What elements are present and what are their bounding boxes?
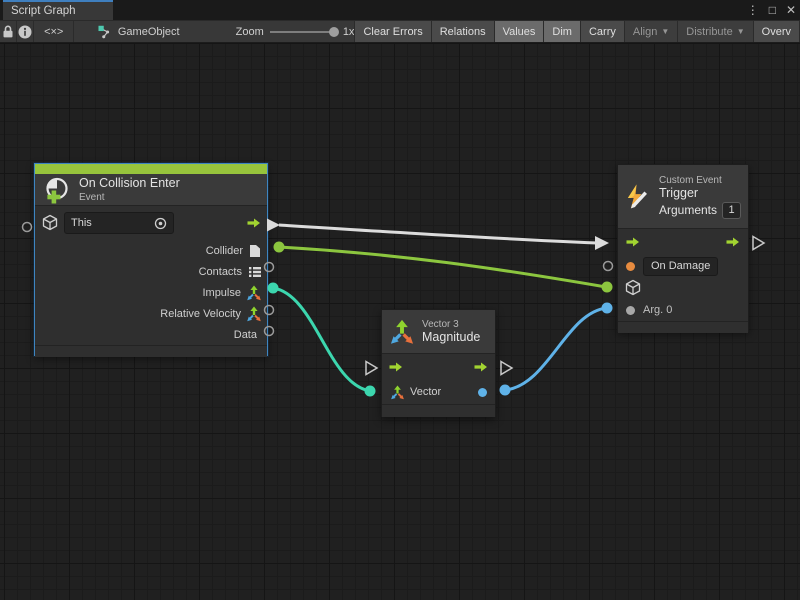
cube-icon (41, 214, 59, 232)
flow-wire-start-arrow[interactable] (267, 219, 280, 232)
node-footer (382, 404, 495, 417)
node-header[interactable]: On Collision Enter Event (35, 174, 267, 206)
node-vector3-magnitude[interactable]: Vector 3 Magnitude (381, 309, 496, 417)
flow-in-arrow-icon[interactable] (389, 362, 403, 372)
arguments-label: Arguments (659, 203, 717, 217)
custom-event-flow-out-port[interactable] (753, 237, 764, 250)
flow-out-arrow-icon[interactable] (247, 218, 261, 228)
node-title: Magnitude (422, 330, 480, 344)
vector3-icon (389, 319, 415, 345)
node-subtitle: Vector 3 (422, 319, 480, 330)
node-title: Trigger (659, 186, 741, 200)
wire-flow-white (279, 225, 597, 243)
target-input-port[interactable] (602, 282, 613, 293)
port-label: Impulse (202, 287, 241, 299)
node-on-collision-enter[interactable]: On Collision Enter Event This (34, 163, 268, 356)
collider-doc-icon (249, 244, 261, 258)
magnitude-output-port[interactable] (500, 385, 511, 396)
port-label: Arg. 0 (643, 304, 672, 316)
port-label: Relative Velocity (160, 308, 241, 320)
this-target-field[interactable]: This (64, 212, 174, 234)
this-row: This (35, 206, 267, 240)
collision-event-icon (43, 176, 71, 204)
this-input-port[interactable] (23, 223, 32, 232)
collider-output-port[interactable] (274, 242, 285, 253)
port-label: Collider (206, 245, 243, 257)
port-row-target[interactable] (618, 277, 748, 299)
impulse-output-port[interactable] (268, 283, 279, 294)
string-input-port[interactable] (626, 262, 635, 271)
port-label: Contacts (199, 266, 242, 278)
flow-out-arrow-icon[interactable] (474, 362, 488, 372)
wire-collider-green (279, 247, 606, 287)
float-output-port[interactable] (478, 388, 487, 397)
port-row-arg0[interactable]: Arg. 0 (618, 299, 748, 321)
custom-event-icon (625, 183, 652, 211)
flow-row (382, 354, 495, 380)
node-footer (618, 321, 748, 333)
flow-wire-end-arrow[interactable] (595, 236, 609, 250)
arguments-value: 1 (728, 204, 734, 216)
event-accent-bar (35, 164, 267, 174)
contacts-list-icon (248, 266, 262, 278)
port-row-contacts[interactable]: Contacts (35, 261, 267, 282)
wire-impulse-teal (273, 288, 370, 391)
node-footer (35, 345, 267, 357)
arg0-wire-port[interactable] (602, 303, 613, 314)
vector3-icon (246, 306, 262, 322)
this-value: This (71, 217, 92, 229)
node-subtitle: Custom Event (659, 175, 741, 186)
port-row-data[interactable]: Data (35, 324, 267, 345)
arg0-input-port[interactable] (626, 306, 635, 315)
port-row-vector[interactable]: Vector (382, 380, 495, 404)
node-header[interactable]: Custom Event Trigger Arguments 1 (618, 165, 748, 229)
vector3-icon (390, 385, 405, 400)
object-picker-icon[interactable] (154, 217, 167, 230)
port-row-impulse[interactable]: Impulse (35, 282, 267, 303)
port-row-relative-velocity[interactable]: Relative Velocity (35, 303, 267, 324)
flow-in-arrow-icon[interactable] (626, 237, 640, 247)
magnitude-flow-out-port[interactable] (501, 362, 512, 375)
port-label: Data (234, 329, 257, 341)
arguments-count-field[interactable]: 1 (722, 202, 741, 219)
node-header[interactable]: Vector 3 Magnitude (382, 310, 495, 354)
node-title: On Collision Enter (79, 176, 180, 190)
port-row-collider[interactable]: Collider (35, 240, 267, 261)
script-graph-window: Script Graph ⋮ □ ✕ <×> (0, 0, 800, 600)
node-subtitle: Event (79, 192, 180, 203)
port-row-event-name[interactable]: On Damage (618, 255, 748, 277)
cube-icon (624, 279, 642, 297)
wire-magnitude-blue (505, 308, 607, 390)
vector3-icon (246, 285, 262, 301)
magnitude-flow-in-port[interactable] (366, 362, 377, 375)
event-name-value: On Damage (651, 260, 710, 272)
event-name-field[interactable]: On Damage (643, 257, 718, 276)
flow-out-arrow-icon[interactable] (726, 237, 740, 247)
flow-row (618, 229, 748, 255)
port-label: Vector (410, 386, 441, 398)
node-trigger-custom-event[interactable]: Custom Event Trigger Arguments 1 (617, 164, 749, 332)
vector-input-port[interactable] (365, 386, 376, 397)
event-name-input-port[interactable] (604, 262, 613, 271)
